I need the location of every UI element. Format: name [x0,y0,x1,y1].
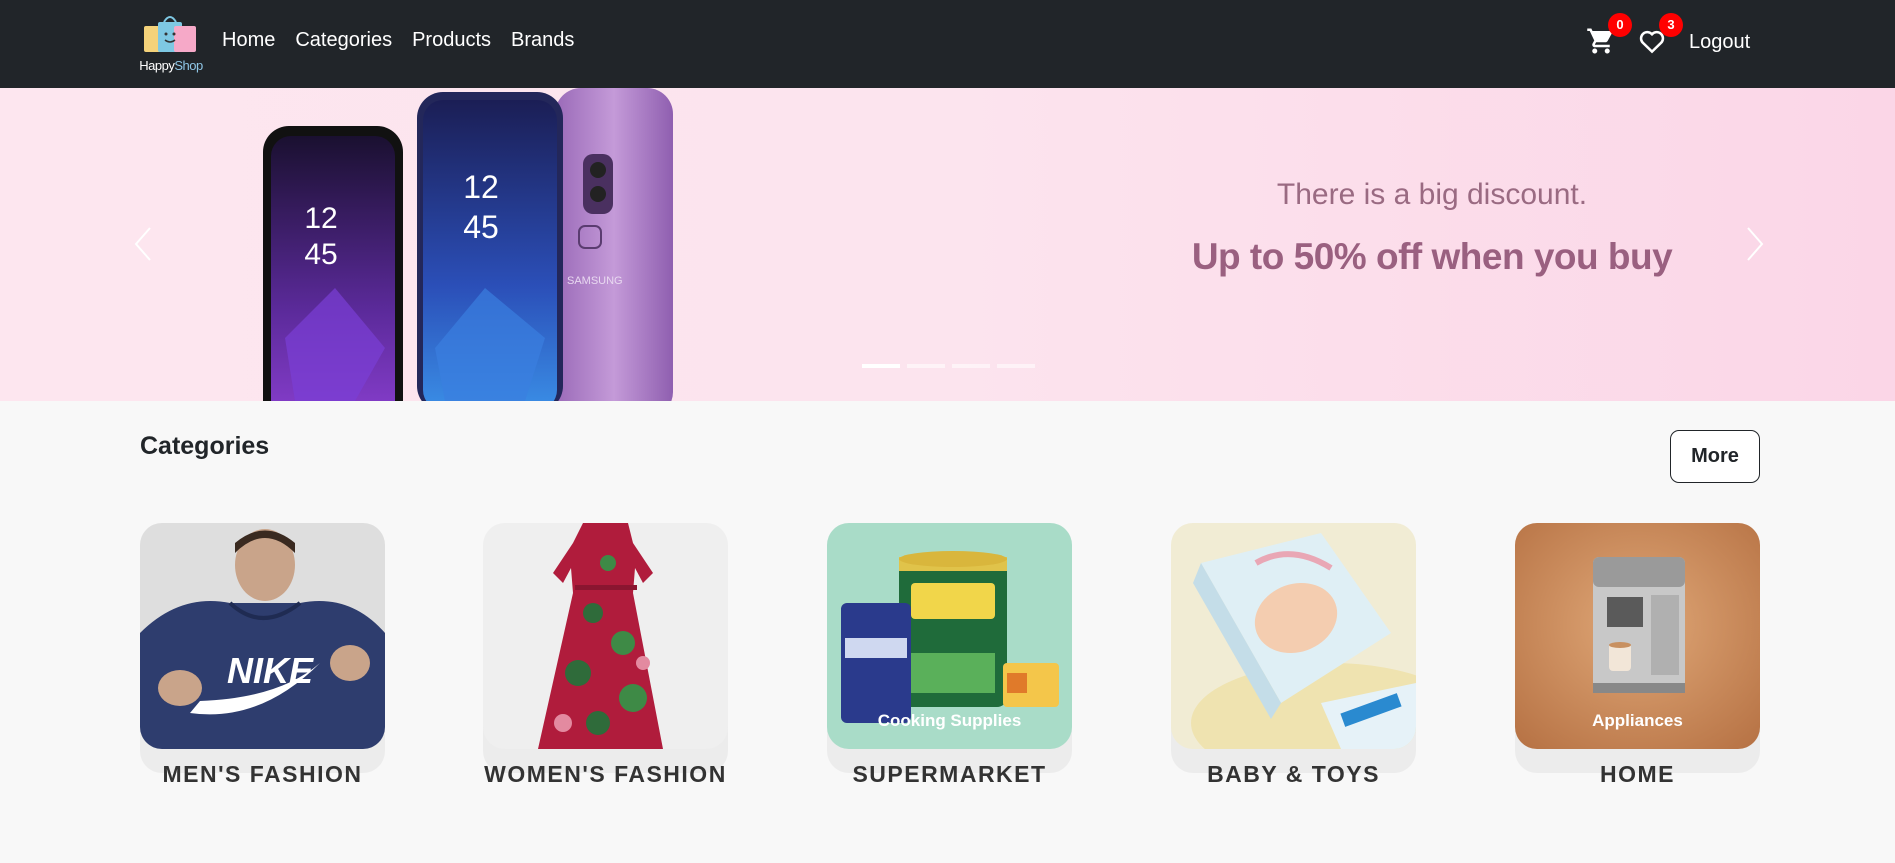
category-name-mens-fashion: MEN'S FASHION [162,761,363,787]
category-name-womens-fashion: WOMEN'S FASHION [484,761,727,787]
carousel-next-button[interactable] [1740,224,1770,264]
carousel-indicators [862,364,1035,368]
wishlist-count-badge: 3 [1659,13,1683,37]
hero-phones-image: SAMSUNG 12 45 12 45 [263,88,673,401]
svg-text:45: 45 [463,209,499,245]
shopping-bags-icon [144,16,196,52]
category-card-home[interactable]: Appliances HOME [1515,523,1760,793]
carousel-indicator-1[interactable] [862,364,900,368]
nav-links: Home Categories Products Brands [222,29,574,52]
hero-title: Up to 50% off when you buy [1191,236,1673,277]
category-name-baby-toys: BABY & TOYS [1207,761,1380,787]
cart-button[interactable]: 0 [1586,13,1632,60]
chevron-right-icon [1747,227,1764,261]
svg-text:NIKE: NIKE [227,650,314,691]
nav-link-home[interactable]: Home [222,29,275,52]
categories-section-title: Categories [140,432,270,460]
cart-count-badge: 0 [1608,13,1632,37]
nav-link-brands[interactable]: Brands [511,29,574,52]
carousel-indicator-2[interactable] [907,364,945,368]
carousel-indicator-4[interactable] [997,364,1035,368]
wishlist-button[interactable]: 3 [1637,13,1683,60]
svg-text:45: 45 [304,238,337,271]
nav-link-categories[interactable]: Categories [295,29,392,52]
brand-logo[interactable]: HappyShop [138,12,204,76]
category-name-home: HOME [1600,761,1675,787]
svg-text:12: 12 [463,169,499,205]
category-name-supermarket: SUPERMARKET [852,761,1047,787]
logo-text: HappyShop [139,58,203,73]
category-image-baby-toys [1171,523,1416,749]
logout-link[interactable]: Logout [1689,31,1750,54]
category-image-mens-fashion: NIKE [140,523,385,749]
carousel-prev-button[interactable] [128,224,158,264]
category-grid: NIKE MEN'S FASHION WOMEN'S FASHION Cooki… [140,523,1760,793]
more-categories-button[interactable]: More [1670,430,1760,483]
hero-subtitle: There is a big discount. [1276,178,1588,211]
category-overlay-label: Appliances [1592,711,1683,730]
phone-brand-text: SAMSUNG [567,275,623,287]
carousel-indicator-3[interactable] [952,364,990,368]
category-card-mens-fashion[interactable]: NIKE MEN'S FASHION [140,523,385,793]
nav-actions: 0 3 Logout [1586,13,1750,64]
chevron-left-icon [134,227,151,261]
category-card-baby-toys[interactable]: BABY & TOYS [1171,523,1416,793]
hero-carousel: SAMSUNG 12 45 12 45 There is a big disco… [0,88,1895,401]
category-card-womens-fashion[interactable]: WOMEN'S FASHION [483,523,728,793]
nav-link-products[interactable]: Products [412,29,491,52]
category-overlay-label: Cooking Supplies [877,711,1022,730]
svg-text:12: 12 [304,202,337,235]
category-card-supermarket[interactable]: Cooking Supplies SUPERMARKET [827,523,1072,793]
category-image-womens-fashion [483,523,728,749]
navbar: HappyShop Home Categories Products Brand… [0,0,1895,88]
